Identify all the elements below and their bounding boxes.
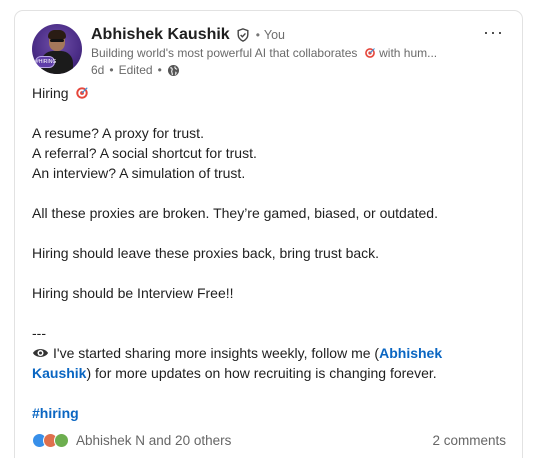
more-options-button[interactable]: ··· — [483, 22, 504, 43]
target-emoji-icon — [364, 48, 375, 58]
eye-speech-icon — [32, 349, 49, 357]
post-header: #HIRING Abhishek Kaushik • You Building … — [32, 22, 510, 80]
post-line: An interview? A simulation of trust. — [32, 165, 246, 181]
edited-label: Edited — [118, 63, 153, 77]
author-avatar[interactable]: #HIRING — [32, 24, 82, 74]
author-name[interactable]: Abhishek Kaushik — [91, 26, 230, 44]
post-line: Hiring should leave these proxies back, … — [32, 245, 380, 261]
post-line: A referral? A social shortcut for trust. — [32, 145, 257, 161]
post-line: #hiring — [32, 403, 512, 423]
avatar-hiring-badge: #HIRING — [35, 56, 56, 68]
social-counts: Abhishek N and 20 others 2 comments — [32, 431, 506, 449]
author-headline: Building world's most powerful AI that c… — [91, 46, 438, 60]
reaction-icons[interactable] — [32, 432, 69, 448]
post-line: --- — [32, 325, 46, 341]
mention-link[interactable]: Kaushik — [32, 365, 86, 381]
post-meta: 6d • Edited • — [91, 63, 180, 77]
reactors-link[interactable]: Abhishek N and 20 others — [76, 433, 231, 448]
post-time: 6d — [91, 63, 105, 77]
hashtag-link[interactable]: #hiring — [32, 405, 79, 421]
post-line: I've started sharing more insights weekl… — [32, 343, 512, 363]
post-line: Kaushik) for more updates on how recruit… — [32, 365, 437, 381]
post-line: Hiring should be Interview Free!! — [32, 285, 234, 301]
verified-icon — [237, 28, 249, 42]
globe-icon — [167, 64, 179, 76]
post-line: Hiring — [32, 83, 512, 103]
mention-link[interactable]: Abhishek — [379, 345, 442, 361]
post-line: All these proxies are broken. They’re ga… — [32, 205, 438, 221]
comments-count-link[interactable]: 2 comments — [432, 433, 506, 448]
post-card: #HIRING Abhishek Kaushik • You Building … — [14, 10, 523, 458]
post-body: Hiring A resume? A proxy for trust. A re… — [32, 83, 512, 423]
author-name-row: Abhishek Kaushik • You — [91, 26, 285, 44]
relation-label: You — [263, 28, 285, 42]
target-emoji-icon — [76, 87, 89, 99]
support-reaction-icon — [54, 432, 69, 448]
post-line: A resume? A proxy for trust. — [32, 125, 204, 141]
